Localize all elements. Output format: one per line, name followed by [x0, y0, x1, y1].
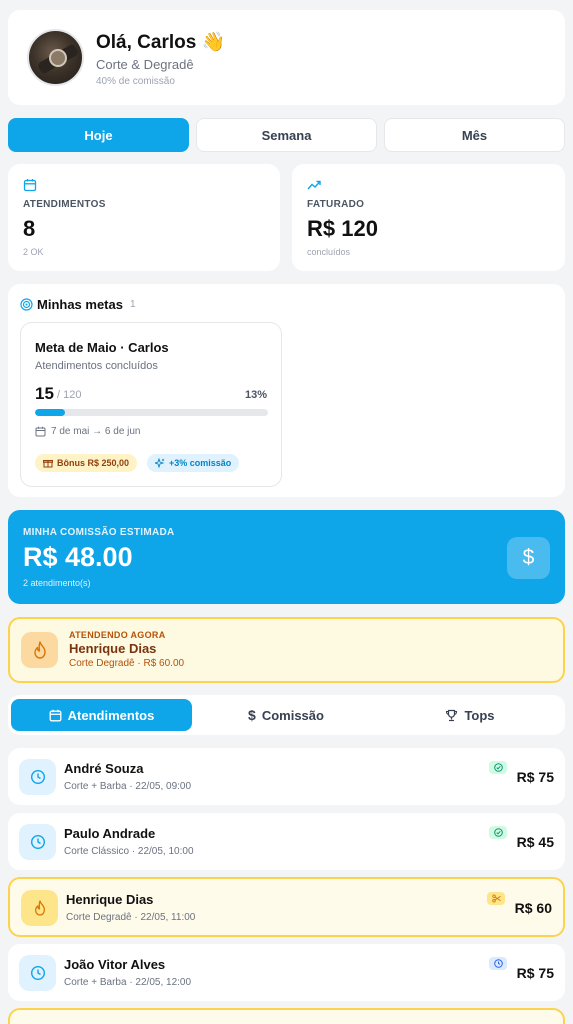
calendar-icon [49, 709, 62, 721]
clock-icon [19, 955, 56, 991]
client-name: Paulo Andrade [64, 826, 156, 841]
commission-label: MINHA COMISSÃO ESTIMADA [23, 527, 175, 538]
dollar-icon[interactable]: $ [507, 537, 550, 579]
goals-section: Minhas metas 1 Meta de Maio · Carlos Ate… [8, 284, 565, 497]
check-icon [489, 826, 507, 839]
goal-name: Meta de Maio · Carlos [35, 340, 169, 355]
period-tab-today[interactable]: Hoje [8, 118, 189, 152]
stat-sub: concluídos [307, 247, 351, 257]
period-tab-week[interactable]: Semana [196, 118, 377, 152]
content-tabs: Atendimentos $ Comissão Tops [8, 695, 565, 735]
stat-label: FATURADO [307, 199, 365, 210]
service-details: Corte + Barba · 22/05, 12:00 [64, 977, 192, 988]
gift-icon [43, 460, 53, 468]
appointment-price: R$ 45 [516, 834, 554, 850]
client-name: João Vitor Alves [64, 957, 166, 972]
bonus-label: Bônus R$ 250,00 [57, 458, 130, 468]
appointment-price: R$ 75 [516, 965, 554, 981]
greeting: Olá, Carlos 👋 [96, 32, 226, 53]
period-tab-month[interactable]: Mês [384, 118, 565, 152]
tab-label: Atendimentos [67, 707, 155, 723]
clock-icon [19, 824, 56, 860]
client-name: André Souza [64, 761, 144, 776]
bonus-badge: Bônus R$ 250,00 [35, 454, 138, 472]
appointments-stat-card: ATENDIMENTOS 8 2 OK [8, 164, 280, 271]
scissors-icon [487, 892, 505, 905]
appointment-row[interactable]: Paulo Andrade Corte Clássico · 22/05, 10… [8, 813, 565, 870]
appointment-row[interactable]: Henrique Dias Corte Degradê · 22/05, 11:… [8, 877, 565, 937]
tab-label: Comissão [261, 707, 324, 723]
flame-icon [21, 632, 58, 668]
now-serving-name: Henrique Dias [69, 641, 157, 656]
clock-icon [19, 759, 56, 795]
commission-card: MINHA COMISSÃO ESTIMADA R$ 48.00 2 atend… [8, 510, 565, 604]
commission-rate: 40% de comissão [96, 76, 175, 87]
avatar[interactable] [27, 29, 84, 86]
appointment-row-partial[interactable] [8, 1008, 565, 1024]
stat-label: ATENDIMENTOS [23, 199, 106, 210]
appointment-price: R$ 60 [514, 900, 552, 916]
stat-sub: 2 OK [23, 247, 44, 257]
service-details: Corte Clássico · 22/05, 10:00 [64, 846, 194, 857]
calendar-icon [23, 179, 37, 192]
service-details: Corte + Barba · 22/05, 09:00 [64, 781, 192, 792]
goal-progress-fill [35, 409, 66, 416]
check-icon [489, 761, 507, 774]
now-serving-label: ATENDENDO AGORA [69, 630, 166, 640]
goal-dates: 7 de mai → 6 de jun [51, 426, 141, 437]
flame-icon [21, 890, 58, 926]
appointment-row[interactable]: André Souza Corte + Barba · 22/05, 09:00… [8, 748, 565, 805]
appointment-price: R$ 75 [516, 769, 554, 785]
stat-value: 8 [23, 216, 36, 241]
extra-commission-badge: +3% comissão [147, 454, 240, 472]
now-serving-details: Corte Degradê · R$ 60.00 [69, 658, 185, 669]
trending-up-icon [307, 180, 321, 190]
clock-icon [489, 957, 507, 970]
goal-progress-bar [35, 409, 268, 416]
commission-value: R$ 48.00 [23, 542, 133, 572]
profile-card: Olá, Carlos 👋 Corte & Degradê 40% de com… [8, 10, 565, 105]
goal-description: Atendimentos concluídos [35, 360, 158, 372]
calendar-icon [35, 426, 46, 437]
tab-commission[interactable]: $ Comissão [196, 699, 376, 731]
stat-value: R$ 120 [307, 216, 378, 241]
profile-role: Corte & Degradê [96, 57, 194, 72]
appointment-row[interactable]: João Vitor Alves Corte + Barba · 22/05, … [8, 944, 565, 1001]
goal-total: / 120 [57, 389, 82, 401]
sparkles-icon [155, 458, 165, 468]
revenue-stat-card: FATURADO R$ 120 concluídos [292, 164, 565, 271]
goals-title: Minhas metas [37, 297, 123, 312]
target-icon [20, 298, 33, 311]
tab-tops[interactable]: Tops [380, 699, 560, 731]
trophy-icon [446, 709, 458, 721]
service-details: Corte Degradê · 22/05, 11:00 [66, 912, 196, 923]
commission-sub: 2 atendimento(s) [23, 578, 91, 588]
dollar-icon: $ [248, 707, 256, 723]
now-serving-card[interactable]: ATENDENDO AGORA Henrique Dias Corte Degr… [8, 617, 565, 683]
goals-count: 1 [130, 299, 136, 310]
tab-appointments[interactable]: Atendimentos [11, 699, 192, 731]
client-name: Henrique Dias [66, 892, 154, 907]
goal-percent: 13% [244, 389, 267, 401]
extra-commission-label: +3% comissão [169, 458, 232, 468]
goal-current: 15 [35, 384, 54, 403]
tab-label: Tops [464, 707, 495, 723]
goal-card[interactable]: Meta de Maio · Carlos Atendimentos concl… [20, 322, 282, 487]
